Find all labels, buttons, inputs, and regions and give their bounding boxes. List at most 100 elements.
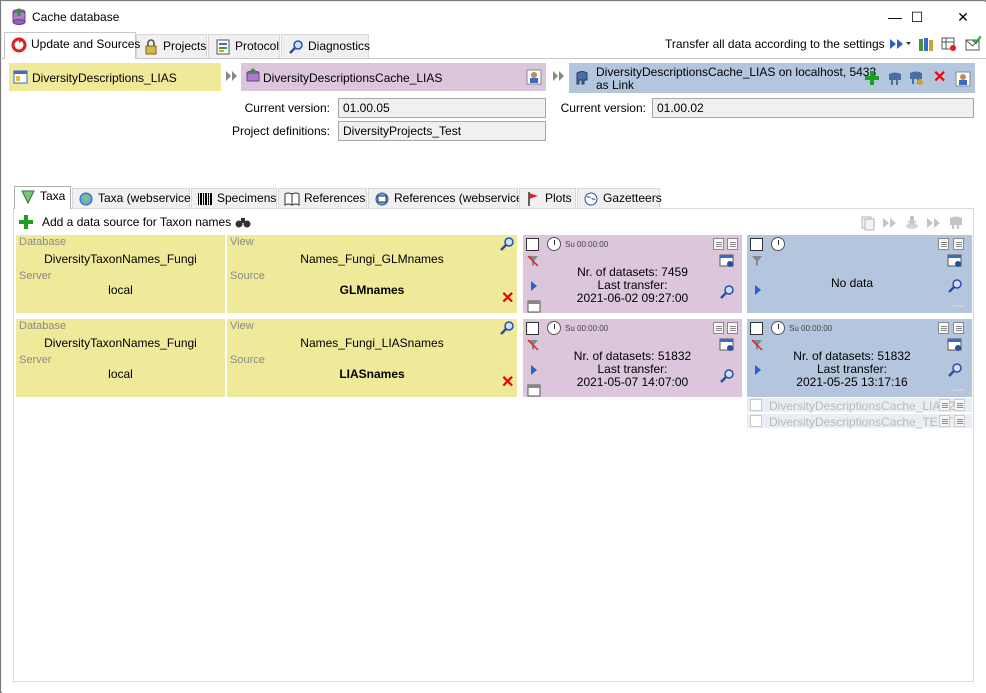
tab-gazetteers[interactable]: Gazetteers [577,188,662,208]
transfer-arrow-icon[interactable] [531,281,537,291]
document-icon[interactable] [953,238,964,250]
protocol-icon[interactable] [938,322,949,334]
search-icon[interactable] [499,236,515,252]
cache-database-name: DiversityDescriptionsCache_LIAS [263,71,443,85]
tab-references[interactable]: References [278,188,367,208]
source-view-cell: View Names_Fungi_GLMnames Source GLMname… [227,235,517,313]
tab-taxa[interactable]: Taxa [14,186,71,209]
tab-label: Update and Sources [31,37,141,51]
search-icon[interactable] [947,362,963,378]
include-in-transfer-checkbox[interactable] [750,238,763,251]
fast-forward-icon[interactable] [882,216,898,230]
cache-version-label: Current version: [244,101,330,115]
books-icon [919,38,933,51]
tab-plots[interactable]: Plots [519,188,576,208]
postgres-transfer-cell: Su 00:00:00 Nr. of datasets: 51832 Last … [747,319,972,397]
tab-update-and-sources[interactable]: Update and Sources [4,32,140,59]
other-target-row[interactable]: DiversityDescriptionsCache_TEST [747,414,972,429]
table-view-icon[interactable] [947,254,963,268]
cache-database-box[interactable]: DiversityDescriptionsCache_LIAS [241,63,546,91]
last-transfer-value: 2021-06-02 09:27:00 [576,291,689,305]
remove-postgres-icon[interactable]: ✕ [933,70,946,86]
transfer-to-cache-icon[interactable] [904,215,920,231]
calendar-icon[interactable] [527,383,541,397]
document-icon[interactable] [954,415,965,427]
tab-diagnostics[interactable]: Diagnostics [281,34,371,58]
tab-label: Taxa (webservice) [98,191,195,205]
include-in-transfer-checkbox[interactable] [750,322,763,335]
copy-settings-icon[interactable] [860,215,876,231]
settings-button[interactable] [941,36,957,52]
add-source-button[interactable]: Add a data source for Taxon names [19,214,259,232]
source-name-value: GLMnames [339,283,405,297]
postgres-settings-icon[interactable] [908,70,924,86]
add-source-label: Add a data source for Taxon names [42,215,232,229]
database-icon [13,70,28,84]
protocol-icon[interactable] [938,238,949,250]
datasets-count: Nr. of datasets: 7459 [577,265,688,279]
tab-projects[interactable]: Projects [136,34,207,58]
update-sources-icon [11,36,27,53]
last-transfer-label: Last transfer: [597,362,668,376]
cache-transfer-cell: Su 00:00:00 Nr. of datasets: 7459 Last t… [523,235,742,313]
barcode-icon [198,192,212,205]
tab-specimens[interactable]: Specimens [191,188,277,208]
maximize-button[interactable]: ☐ [894,2,940,32]
taxa-panel: Add a data source for Taxon names Databa… [13,208,974,682]
add-icon[interactable] [865,71,879,85]
other-target-row[interactable]: DiversityDescriptionsCache_LIAS2 [747,398,972,413]
search-icon[interactable] [947,278,963,294]
tab-label: Specimens [217,191,277,205]
source-database-name: DiversityDescriptions_LIAS [32,71,177,85]
protocol-icon[interactable] [713,238,724,250]
plot-flag-icon [528,191,538,206]
references-webservice-icon [375,192,389,206]
flow-arrow-icon [226,71,237,81]
transfer-arrow-icon[interactable] [755,365,761,375]
document-icon[interactable] [727,322,738,334]
other-target-checkbox[interactable] [750,415,762,427]
transfer-arrow-icon[interactable] [531,365,537,375]
transfer-all-button[interactable] [888,36,912,52]
document-icon[interactable] [954,399,965,411]
tab-taxa-webservice[interactable]: Taxa (webservice) [72,188,195,208]
clock-icon [771,237,785,251]
protocol-icon[interactable] [939,415,950,427]
diagnostics-icon [289,40,303,54]
document-icon[interactable] [727,238,738,250]
documentation-button[interactable] [918,36,934,52]
user-login-icon[interactable] [955,71,971,87]
protocol-icon[interactable] [939,399,950,411]
protocol-icon[interactable] [713,322,724,334]
postgres-database-box[interactable]: DiversityDescriptionsCache_LIAS on local… [569,63,975,93]
user-login-icon[interactable] [526,69,542,85]
other-target-checkbox[interactable] [750,399,762,411]
close-button[interactable]: ✕ [940,2,986,32]
binoculars-icon[interactable] [235,215,251,229]
document-icon[interactable] [953,322,964,334]
source-name-value: LIASnames [339,367,405,381]
send-mail-button[interactable] [965,35,982,52]
source-server-value: local [108,283,133,297]
tab-label: Diagnostics [308,39,371,53]
source-database-box[interactable]: DiversityDescriptions_LIAS [9,63,221,91]
fast-forward-icon[interactable] [926,216,942,230]
mail-check-icon [965,35,982,51]
no-data-label: No data [830,276,874,290]
transfer-arrow-icon[interactable] [755,285,761,295]
tab-protocol[interactable]: Protocol [208,34,280,58]
filter-icon[interactable] [751,255,763,267]
remove-source-icon[interactable]: ✕ [501,375,514,391]
tab-references-webservice[interactable]: References (webservice) [368,188,527,208]
postgres-elephant-icon[interactable] [948,215,964,231]
calendar-icon[interactable] [527,299,541,313]
include-in-transfer-checkbox[interactable] [526,238,539,251]
remove-source-icon[interactable]: ✕ [501,291,514,307]
search-icon[interactable] [719,368,735,384]
search-icon[interactable] [719,284,735,300]
search-icon[interactable] [499,320,515,336]
postgres-tools-icon[interactable] [887,71,903,87]
include-in-transfer-checkbox[interactable] [526,322,539,335]
source-field-label: Source [230,354,265,366]
cache-database-icon [246,68,260,82]
